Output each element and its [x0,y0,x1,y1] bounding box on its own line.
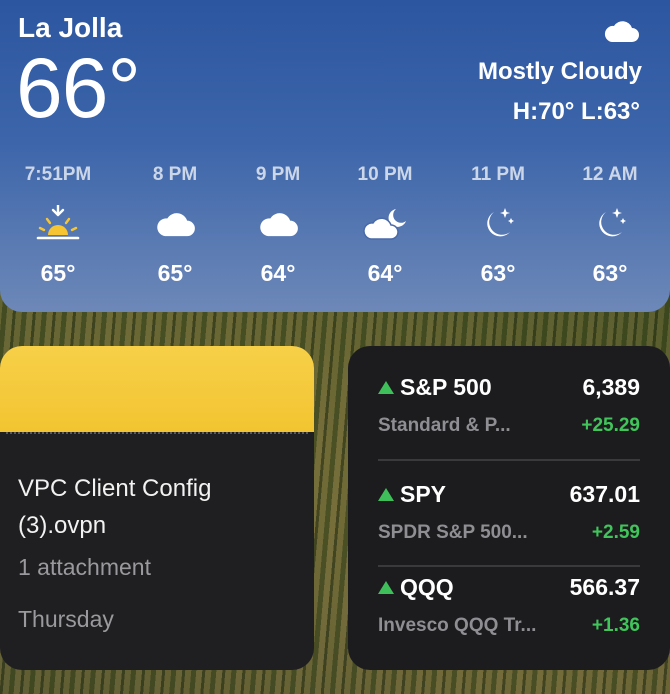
stock-divider [378,565,640,567]
stock-price: 566.37 [569,574,640,600]
note-title-line: VPC Client Config [18,475,212,502]
hour-time: 12 AM [582,164,638,185]
hour-temp: 65° [157,260,193,286]
cloud-moon-icon [363,209,406,240]
hour-temp: 64° [260,260,296,286]
up-arrow-icon [378,381,394,394]
stock-symbol: SPY [400,481,447,507]
moon-stars-icon [487,208,514,237]
stock-change: +1.36 [591,615,640,636]
hourly-forecast-item: 9 PM 64° [223,164,333,287]
hourly-forecast-item: 12 AM 63° [555,164,665,287]
up-arrow-icon [378,581,394,594]
hour-time: 9 PM [255,164,301,185]
stock-name: SPDR S&P 500... [378,522,528,543]
hourly-forecast-item: 11 PM 63° [443,164,553,287]
hour-time: 8 PM [152,164,198,185]
weather-widget[interactable]: La Jolla 66° Mostly Cloudy H:70° L:63° 7… [0,0,670,312]
notes-divider [6,432,308,440]
note-title-line: (3).ovpn [18,512,107,539]
stock-name: Invesco QQQ Tr... [378,615,537,636]
stock-divider [378,459,640,461]
stock-price: 637.01 [569,481,640,507]
cloud-icon [260,213,298,237]
hourly-forecast-item: 8 PM 65° [120,164,230,287]
cloud-icon [157,213,195,237]
weather-current-temp: 66° [16,41,141,135]
hour-time: 10 PM [357,164,413,185]
stocks-widget[interactable]: S&P 500 6,389 Standard & P... +25.29 SPY… [348,346,670,670]
stock-change: +25.29 [581,415,640,436]
up-arrow-icon [378,488,394,501]
stock-row[interactable]: SPY 637.01 SPDR S&P 500... +2.59 [378,481,640,544]
hour-temp: 64° [367,260,403,286]
sunset-icon [36,205,80,240]
stock-row[interactable]: S&P 500 6,389 Standard & P... +25.29 [378,374,640,437]
hour-temp: 63° [592,260,628,286]
notes-widget[interactable]: VPC Client Config (3).ovpn 1 attachment … [0,346,314,670]
hour-time: 11 PM [471,164,525,185]
notes-header-bar [0,346,314,432]
weather-condition: Mostly Cloudy [477,58,642,85]
note-date: Thursday [18,606,114,632]
note-title: VPC Client Config (3).ovpn [18,470,211,544]
hour-time: 7:51PM [24,164,92,185]
hourly-forecast-item: 10 PM 64° [330,164,440,287]
stock-change: +2.59 [591,522,640,543]
hourly-forecast-item: 7:51PM 65° [3,164,113,287]
stock-price: 6,389 [582,374,640,400]
hour-temp: 63° [480,260,516,286]
stock-name: Standard & P... [378,415,511,436]
note-attachments: 1 attachment [18,554,151,580]
stock-row[interactable]: QQQ 566.37 Invesco QQQ Tr... +1.36 [378,574,640,637]
stock-symbol: QQQ [400,574,454,600]
moon-stars-icon [599,208,626,237]
weather-city: La Jolla [18,12,123,43]
stock-symbol: S&P 500 [400,374,492,400]
hour-temp: 65° [40,260,76,286]
cloud-icon [604,21,639,42]
weather-high-low: H:70° L:63° [512,98,640,125]
